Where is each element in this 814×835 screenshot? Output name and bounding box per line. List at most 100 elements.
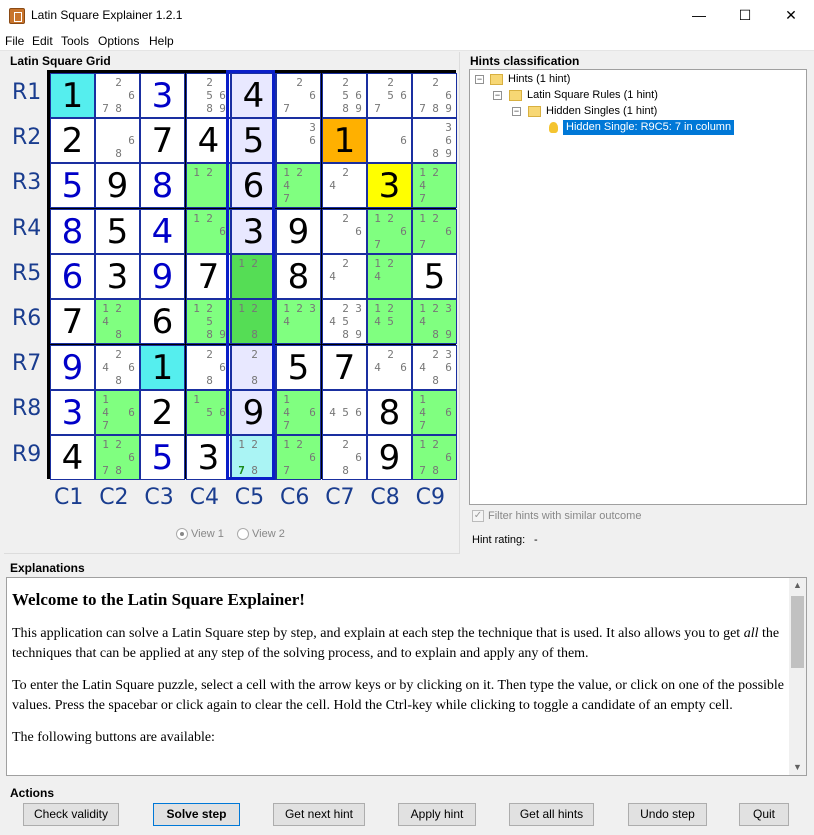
candidate[interactable]: 2	[293, 76, 306, 89]
candidate[interactable]	[371, 147, 384, 160]
candidate[interactable]	[235, 374, 248, 387]
candidate[interactable]	[235, 361, 248, 374]
candidate[interactable]: 1	[371, 212, 384, 225]
candidate[interactable]	[216, 374, 229, 387]
candidate[interactable]	[339, 179, 352, 192]
candidate[interactable]: 2	[339, 257, 352, 270]
candidate[interactable]	[190, 328, 203, 341]
grid-cell[interactable]: 268	[322, 435, 367, 480]
grid-cell[interactable]: 1467	[412, 390, 457, 435]
check-validity-button[interactable]: Check validity	[23, 803, 119, 826]
candidate[interactable]	[429, 451, 442, 464]
tree-item-hidden-singles[interactable]: Hidden Singles (1 hint)	[546, 105, 657, 117]
candidate[interactable]: 5	[339, 89, 352, 102]
candidate[interactable]: 5	[203, 406, 216, 419]
candidate[interactable]: 4	[99, 406, 112, 419]
grid-cell[interactable]: 1278	[231, 435, 276, 480]
candidate[interactable]: 2	[384, 348, 397, 361]
candidate[interactable]	[99, 348, 112, 361]
grid-cell[interactable]: 5	[276, 345, 321, 390]
grid-cell[interactable]: 12	[231, 254, 276, 299]
candidate[interactable]: 8	[339, 464, 352, 477]
grid-cell[interactable]: 267	[276, 73, 321, 118]
candidate[interactable]	[371, 348, 384, 361]
grid-cell[interactable]: 6	[231, 163, 276, 208]
candidate[interactable]: 1	[190, 166, 203, 179]
grid-cell[interactable]: 8	[367, 390, 412, 435]
grid-cell[interactable]: 9	[140, 254, 185, 299]
grid-cell[interactable]: 2468	[95, 345, 140, 390]
candidate[interactable]	[352, 76, 365, 89]
candidate[interactable]	[293, 147, 306, 160]
candidate[interactable]: 6	[216, 361, 229, 374]
grid-cell[interactable]: 24	[322, 163, 367, 208]
candidate[interactable]: 7	[416, 419, 429, 432]
candidate[interactable]	[112, 134, 125, 147]
candidate[interactable]	[125, 121, 138, 134]
candidate[interactable]	[352, 212, 365, 225]
candidate[interactable]: 4	[416, 315, 429, 328]
candidate[interactable]: 2	[293, 302, 306, 315]
candidate[interactable]	[190, 348, 203, 361]
grid-cell[interactable]: 2	[50, 118, 95, 163]
candidate[interactable]	[293, 102, 306, 115]
candidate[interactable]	[216, 393, 229, 406]
grid-cell[interactable]: 1247	[412, 163, 457, 208]
candidate[interactable]	[326, 283, 339, 296]
menu-help[interactable]: Help	[149, 34, 174, 48]
grid-cell[interactable]: 9	[367, 435, 412, 480]
grid-cell[interactable]: 36	[276, 118, 321, 163]
candidate[interactable]	[203, 179, 216, 192]
grid-cell[interactable]: 123489	[412, 299, 457, 344]
grid-cell[interactable]: 4	[231, 73, 276, 118]
candidate[interactable]	[216, 179, 229, 192]
candidate[interactable]: 4	[99, 315, 112, 328]
quit-button[interactable]: Quit	[739, 803, 789, 826]
grid-cell[interactable]: 5	[95, 209, 140, 254]
candidate[interactable]: 2	[112, 76, 125, 89]
candidate[interactable]: 9	[442, 147, 455, 160]
candidate[interactable]: 9	[352, 328, 365, 341]
candidate[interactable]	[99, 374, 112, 387]
grid-cell[interactable]: 8	[276, 254, 321, 299]
candidate[interactable]	[190, 76, 203, 89]
candidate[interactable]: 8	[112, 374, 125, 387]
grid-cell[interactable]: 1	[50, 73, 95, 118]
grid-cell[interactable]: 23468	[412, 345, 457, 390]
candidate[interactable]: 1	[99, 438, 112, 451]
candidate[interactable]	[384, 121, 397, 134]
candidate[interactable]	[371, 225, 384, 238]
candidate[interactable]	[442, 438, 455, 451]
candidate[interactable]	[429, 89, 442, 102]
candidate[interactable]	[261, 315, 274, 328]
candidate[interactable]: 6	[397, 134, 410, 147]
grid-cell[interactable]: 6	[50, 254, 95, 299]
candidate[interactable]: 2	[429, 76, 442, 89]
candidate[interactable]	[293, 121, 306, 134]
candidate[interactable]: 1	[99, 302, 112, 315]
grid-cell[interactable]: 1467	[95, 390, 140, 435]
candidate[interactable]	[384, 328, 397, 341]
candidate[interactable]	[326, 102, 339, 115]
candidate[interactable]	[352, 393, 365, 406]
candidate[interactable]	[235, 283, 248, 296]
candidate[interactable]	[352, 166, 365, 179]
grid-cell[interactable]: 456	[322, 390, 367, 435]
candidate[interactable]	[442, 212, 455, 225]
candidate[interactable]	[280, 147, 293, 160]
tree-item-hints[interactable]: Hints (1 hint)	[508, 73, 570, 85]
grid-cell[interactable]: 3689	[412, 118, 457, 163]
candidate[interactable]: 5	[203, 315, 216, 328]
candidate[interactable]	[190, 225, 203, 238]
candidate[interactable]	[293, 464, 306, 477]
grid-cell[interactable]: 1267	[412, 209, 457, 254]
candidate[interactable]: 6	[397, 361, 410, 374]
candidate[interactable]	[397, 212, 410, 225]
candidate[interactable]	[326, 438, 339, 451]
candidate[interactable]: 8	[248, 328, 261, 341]
collapse-icon[interactable]: −	[512, 107, 521, 116]
candidate[interactable]	[442, 76, 455, 89]
candidate[interactable]: 2	[293, 438, 306, 451]
candidate[interactable]	[125, 438, 138, 451]
candidate[interactable]: 1	[371, 257, 384, 270]
